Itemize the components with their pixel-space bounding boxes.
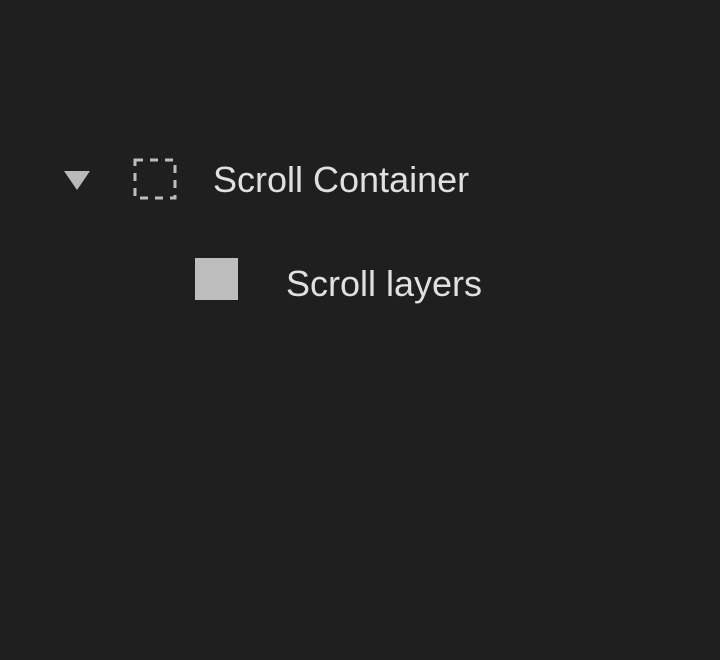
layers-panel: Scroll Container Scroll layers: [0, 0, 720, 660]
expand-triangle-icon[interactable]: [64, 171, 90, 190]
layer-row-scroll-container[interactable]: Scroll Container: [0, 150, 720, 210]
layer-label: Scroll layers: [286, 263, 483, 304]
frame-dashed-icon: [133, 158, 177, 200]
fill-rect-icon: [195, 258, 238, 300]
layer-label: Scroll Container: [213, 159, 470, 200]
layer-row-scroll-layers[interactable]: Scroll layers: [0, 254, 720, 314]
